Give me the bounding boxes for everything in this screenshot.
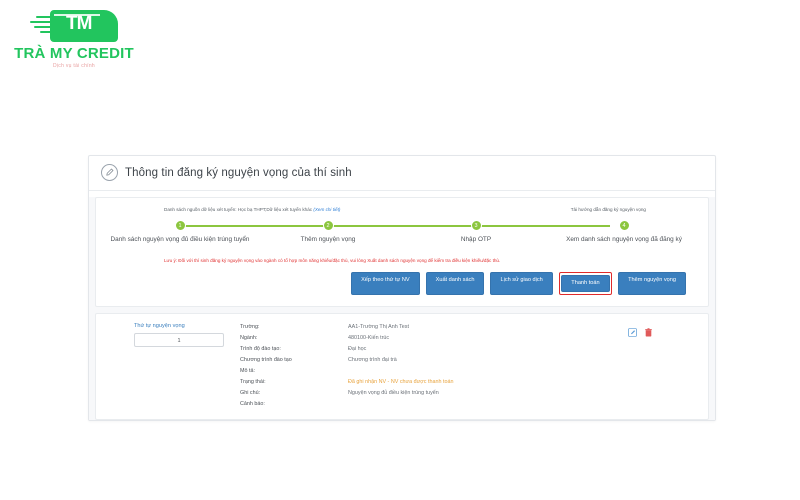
logo-initials: TM — [66, 13, 92, 34]
field-value-nganh: 480100-Kiến trúc — [348, 334, 390, 341]
wish-order-label: Thứ tự nguyện vọng — [134, 322, 185, 329]
site-logo[interactable]: TM TRÀ MY CREDIT Dịch vụ tài chính — [14, 8, 134, 69]
source-row: Danh sách nguồn dữ liệu xét tuyển: Học b… — [106, 207, 698, 212]
field-value-chuong-trinh: Chương trình đại trà — [348, 356, 397, 363]
download-guide-link[interactable]: Tải hướng dẫn đăng ký nguyện vọng — [571, 207, 646, 212]
transaction-history-button[interactable]: Lịch sử giao dịch — [490, 272, 553, 295]
source-text-group: Danh sách nguồn dữ liệu xét tuyển: Học b… — [164, 207, 340, 212]
action-button-bar: Xếp theo thứ tự NV Xuất danh sách Lịch s… — [106, 263, 698, 298]
registration-stepper: 1 Danh sách nguyện vọng đủ điều kiện trú… — [106, 220, 698, 250]
field-value-trang-thai: Đã ghi nhận NV - NV chưa được thanh toán — [348, 378, 454, 385]
trash-delete-icon[interactable] — [644, 324, 653, 337]
registration-card: Danh sách nguồn dữ liệu xét tuyển: Học b… — [95, 197, 709, 307]
field-value-trinh-do: Đại học — [348, 345, 367, 352]
wish-item-actions — [628, 323, 698, 409]
field-label-truong: Trường: — [240, 323, 260, 330]
warning-notice: Lưu ý: Đối với thí sinh đăng ký nguyện v… — [164, 258, 501, 263]
wish-registration-panel: Thông tin đăng ký nguyện vọng của thí si… — [88, 155, 716, 421]
step-3-label: Nhập OTP — [460, 236, 492, 243]
step-1-label: Danh sách nguyện vọng đủ điều kiện trúng… — [110, 236, 250, 243]
field-label-trinh-do: Trình độ đào tạo: — [240, 345, 281, 352]
field-label-nganh: Ngành: — [240, 334, 258, 341]
brand-tagline: Dịch vụ tài chính — [52, 63, 96, 69]
field-label-mo-ta: Mô tả: — [240, 367, 255, 374]
panel-header: Thông tin đăng ký nguyện vọng của thí si… — [89, 156, 715, 191]
payment-button-highlight: Thanh toán — [558, 272, 613, 295]
edit-pencil-icon — [101, 164, 118, 181]
wish-order-column: Thứ tự nguyện vọng 1 — [106, 323, 226, 409]
wish-order-input[interactable]: 1 — [134, 332, 224, 347]
field-label-chuong-trinh: Chương trình đào tạo — [240, 356, 292, 363]
field-label-canh-bao: Cảnh báo: — [240, 400, 265, 407]
source-detail-link[interactable]: (Xem chi tiết) — [313, 207, 340, 212]
step-1[interactable]: 1 Danh sách nguyện vọng đủ điều kiện trú… — [106, 220, 254, 243]
step-4-number: 4 — [618, 220, 630, 231]
field-value-canh-bao — [348, 400, 628, 409]
export-list-button[interactable]: Xuất danh sách — [425, 272, 485, 295]
field-value-mo-ta — [348, 367, 628, 376]
field-label-trang-thai: Trạng thái: — [240, 378, 266, 385]
add-wish-button[interactable]: Thêm nguyện vọng — [618, 272, 686, 295]
step-4[interactable]: 4 Xem danh sách nguyện vọng đã đăng ký — [550, 220, 698, 243]
edit-pencil-icon[interactable] — [628, 324, 637, 337]
field-label-ghi-chu: Ghi chú: — [240, 389, 261, 396]
page-title: Thông tin đăng ký nguyện vọng của thí si… — [125, 166, 352, 179]
field-value-ghi-chu: Nguyện vọng đủ điều kiện trúng tuyển — [348, 389, 439, 396]
step-3[interactable]: 3 Nhập OTP — [402, 220, 550, 243]
source-text: Danh sách nguồn dữ liệu xét tuyển: Học b… — [164, 207, 313, 212]
step-2-label: Thêm nguyện vọng — [300, 236, 356, 243]
step-3-number: 3 — [470, 220, 482, 231]
step-2-number: 2 — [322, 220, 334, 231]
logo-mark: TM — [28, 8, 124, 44]
payment-button[interactable]: Thanh toán — [561, 274, 610, 293]
step-1-number: 1 — [174, 220, 186, 231]
wish-detail-fields: Trường: AA1-Trường Thị Anh Test Ngành: 4… — [226, 323, 628, 409]
wish-item-card: Thứ tự nguyện vọng 1 Trường: AA1-Trường … — [95, 312, 709, 420]
step-2[interactable]: 2 Thêm nguyện vọng — [254, 220, 402, 243]
brand-name: TRÀ MY CREDIT — [14, 45, 134, 62]
field-value-truong: AA1-Trường Thị Anh Test — [348, 323, 409, 330]
sort-by-order-button[interactable]: Xếp theo thứ tự NV — [351, 272, 420, 295]
panel-body: Danh sách nguồn dữ liệu xét tuyển: Học b… — [89, 197, 715, 420]
step-4-label: Xem danh sách nguyện vọng đã đăng ký — [566, 236, 682, 243]
